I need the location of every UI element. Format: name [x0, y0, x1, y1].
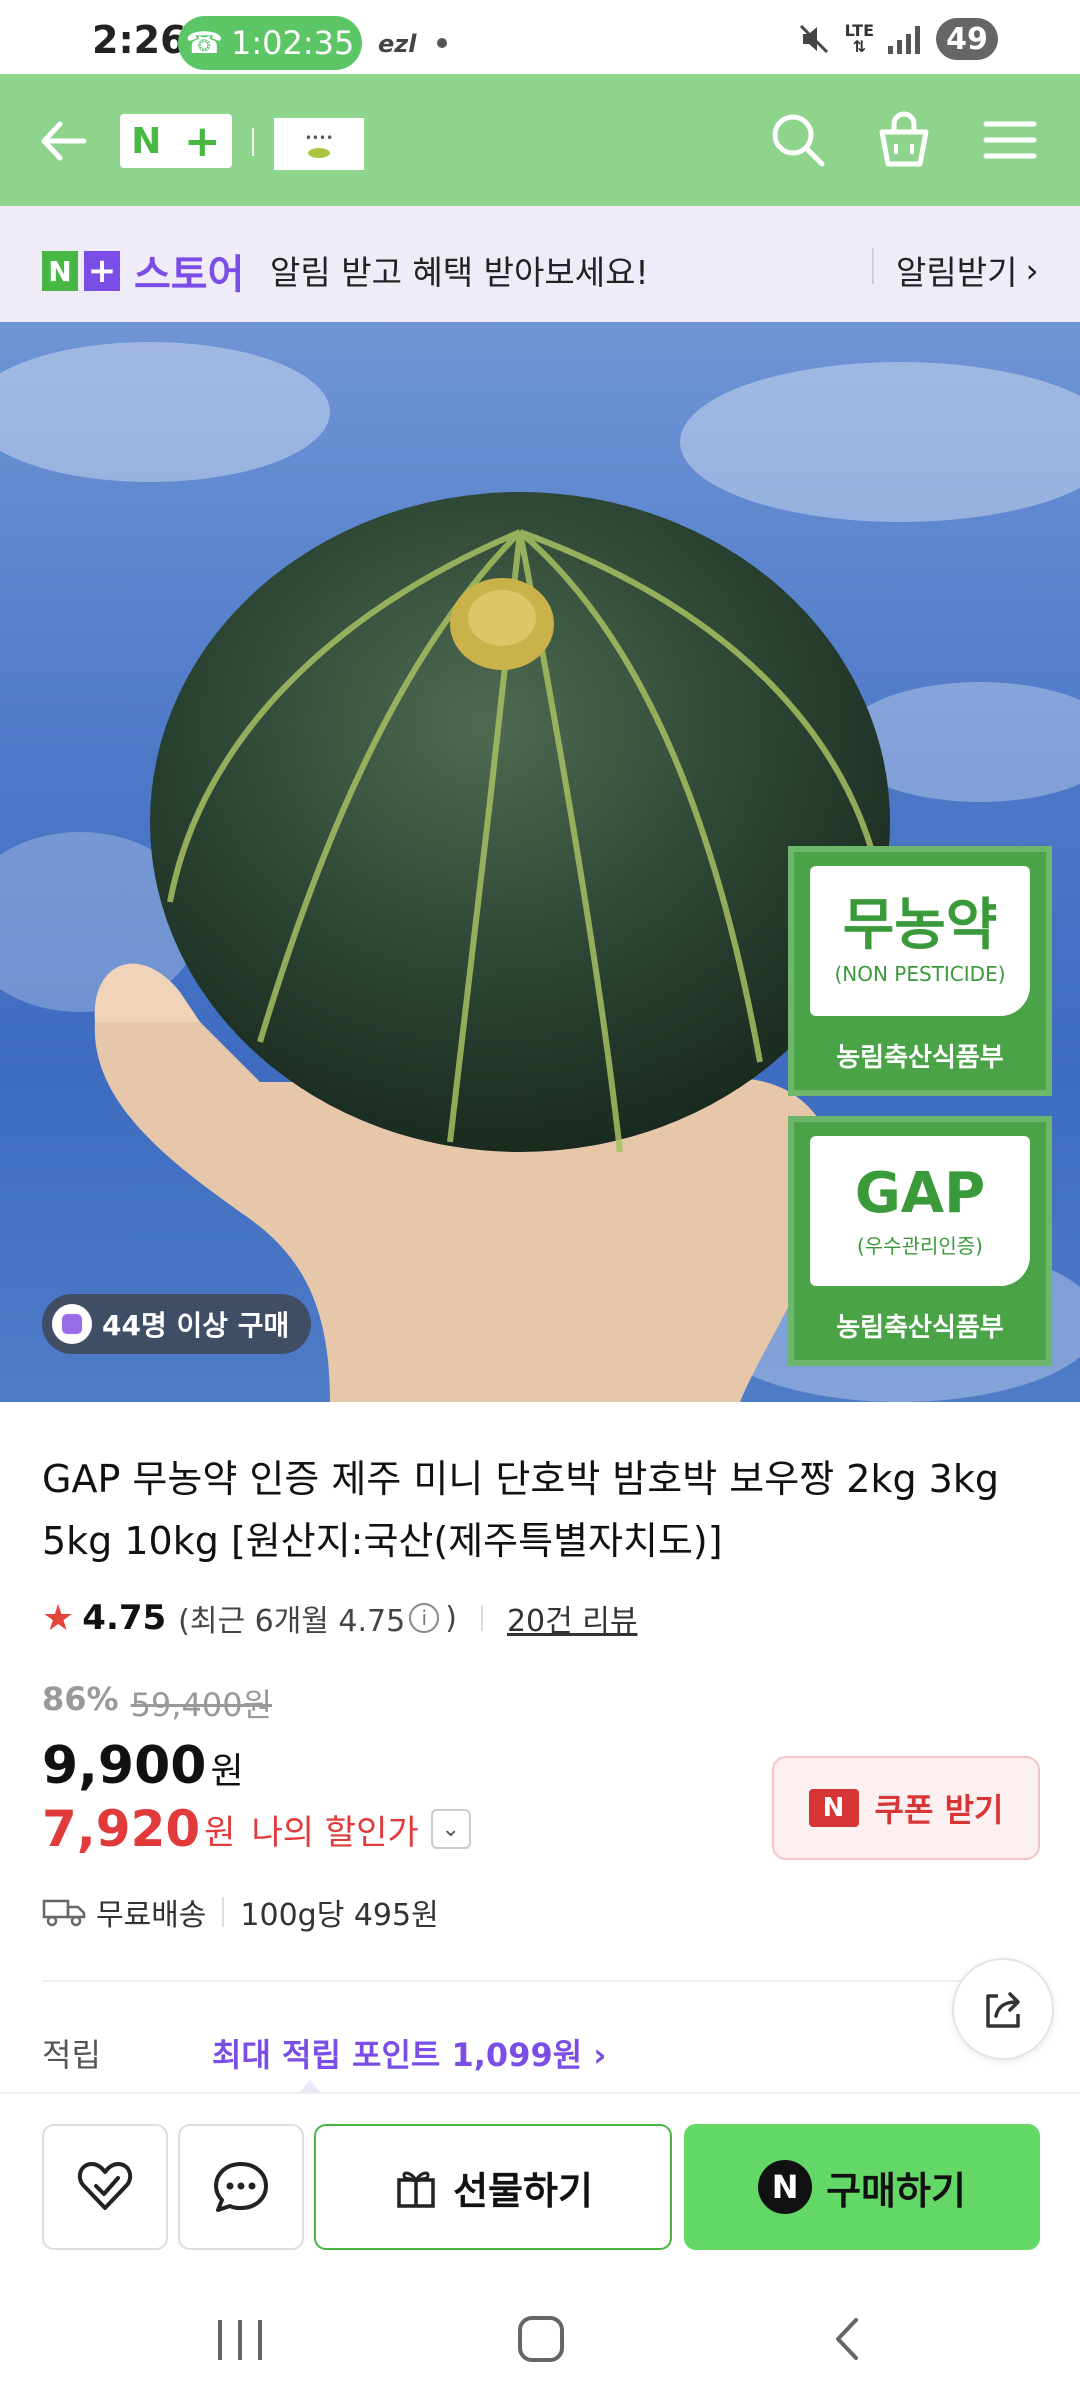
mute-icon: [799, 24, 828, 54]
status-bar: 2:26 ☎ 1:02:35 ezl LTE ⇅ 49: [0, 0, 1080, 74]
rating-value: 4.75: [82, 1598, 167, 1638]
discount-rate: 86%: [42, 1680, 119, 1718]
naver-coupon-icon: N: [808, 1789, 859, 1827]
my-discount-label: 나의 할인가: [251, 1812, 419, 1853]
original-price: 59,400원: [130, 1686, 273, 1724]
share-icon: [986, 1992, 1020, 2028]
no-pesticide-badge: 무농약 (NON PESTICIDE) 농림축산식품부: [788, 846, 1052, 1096]
call-timer-pill[interactable]: ☎ 1:02:35: [178, 16, 362, 70]
free-shipping-label: 무료배송: [96, 1898, 207, 1933]
back-arrow-icon[interactable]: [36, 114, 90, 168]
chat-bubble-icon: [214, 2162, 268, 2212]
receive-notification-button[interactable]: 알림받기 ›: [896, 246, 1039, 294]
product-image[interactable]: 무농약 (NON PESTICIDE) 농림축산식품부 GAP (우수관리인증)…: [0, 322, 1080, 1402]
top-navigation: N + ••••: [0, 74, 1080, 206]
max-points-link[interactable]: 최대 적립 포인트 1,099원 ›: [212, 2030, 607, 2076]
points-row[interactable]: 적립 최대 적립 포인트 1,099원 ›: [42, 2030, 1042, 2076]
gap-certification-badge: GAP (우수관리인증) 농림축산식품부: [788, 1116, 1052, 1366]
lte-indicator: LTE ⇅: [844, 21, 874, 56]
review-count-link[interactable]: 20건 리뷰: [507, 1596, 638, 1640]
section-divider: [42, 1980, 1038, 1982]
notification-dot: [437, 38, 447, 48]
buy-button[interactable]: N 구매하기: [684, 2124, 1040, 2250]
signal-icon: [888, 24, 922, 54]
naver-pay-icon: N: [758, 2160, 813, 2214]
buyer-count-chip: 44명 이상 구매: [42, 1294, 312, 1354]
get-coupon-button[interactable]: N 쿠폰 받기: [772, 1756, 1040, 1860]
gift-icon: [397, 2171, 435, 2208]
battery-icon: 49: [936, 18, 998, 60]
store-brand-logo[interactable]: ••••: [274, 118, 364, 170]
search-icon[interactable]: [768, 110, 828, 170]
system-navigation-bar: [0, 2262, 1080, 2400]
shipping-row: 무료배송 100g당 495원: [42, 1890, 439, 1934]
points-tooltip-tip: [300, 2080, 320, 2092]
system-back-icon[interactable]: [826, 2316, 872, 2362]
banner-message: 알림 받고 혜택 받아보세요!: [270, 253, 649, 292]
price-row: 9,900 원: [42, 1736, 244, 1796]
info-icon[interactable]: i: [409, 1603, 440, 1633]
status-icons: LTE ⇅ 49: [797, 18, 998, 60]
banner-divider: [872, 248, 874, 284]
star-icon: ★: [42, 1597, 75, 1639]
hamburger-menu-icon[interactable]: [980, 110, 1040, 170]
chevron-down-icon[interactable]: ⌄: [430, 1809, 471, 1849]
nav-divider: [252, 128, 254, 156]
gift-button[interactable]: 선물하기: [314, 2124, 672, 2250]
call-timer: 1:02:35: [231, 24, 355, 62]
chevron-right-icon: ›: [1025, 250, 1039, 290]
notification-banner: N + 스토어 알림 받고 혜택 받아보세요! 알림받기 ›: [0, 206, 1080, 322]
shopping-bag-icon[interactable]: [874, 110, 934, 170]
discount-row: 86% 59,400원: [42, 1680, 272, 1726]
naver-plus-logo[interactable]: N +: [120, 114, 232, 168]
my-discount-price-row[interactable]: 7,920 원 나의 할인가 ⌄: [42, 1800, 471, 1858]
sale-price: 9,900: [42, 1736, 207, 1796]
my-discount-price: 7,920: [42, 1800, 201, 1858]
like-button[interactable]: [42, 2124, 168, 2250]
recent-rating: (최근 6개월 4.75: [178, 1604, 406, 1639]
truck-icon: [42, 1899, 86, 1927]
chat-button[interactable]: [178, 2124, 304, 2250]
status-time: 2:26: [92, 18, 187, 62]
naver-store-logo: N + 스토어: [42, 242, 244, 300]
recent-apps-button[interactable]: [218, 2320, 262, 2360]
bottom-action-bar: 선물하기 N 구매하기: [0, 2092, 1080, 2262]
carrier-label: ezl: [378, 30, 417, 58]
my-price-unit: 원: [204, 1812, 236, 1853]
phone-icon: ☎: [185, 25, 223, 61]
rating-row: ★ 4.75 (최근 6개월 4.75 i ) 20건 리뷰: [42, 1596, 638, 1640]
unit-price: 100g당 495원: [240, 1898, 439, 1933]
points-label: 적립: [42, 2036, 101, 2074]
home-button[interactable]: [518, 2316, 564, 2362]
product-title: GAP 무농약 인증 제주 미니 단호박 밤호박 보우짱 2kg 3kg 5kg…: [42, 1457, 999, 1563]
heart-icon: [77, 2162, 133, 2210]
sale-price-unit: 원: [210, 1751, 244, 1792]
rating-divider: [480, 1605, 483, 1631]
shopping-bag-badge-icon: [52, 1304, 92, 1344]
